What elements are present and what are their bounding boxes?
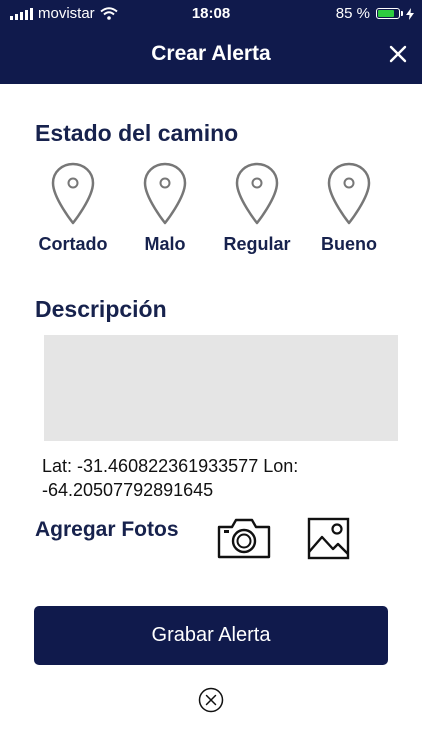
state-option-malo[interactable]: Malo [122,162,208,255]
state-label: Malo [144,234,186,254]
road-state-options: Cortado Malo Regular Bueno [30,162,390,262]
location-coordinates: Lat: -31.460822361933577 Lon: -64.205077… [42,456,299,500]
page-title: Crear Alerta [151,42,271,65]
status-bar: movistar 18:08 85 % [0,0,422,28]
map-pin-icon [51,162,95,225]
state-label: Cortado [38,234,108,254]
map-pin-icon [327,162,371,225]
state-label: Regular [223,234,291,254]
charging-icon [406,7,414,20]
app-header: movistar 18:08 85 % Crear Alerta [0,0,422,84]
state-option-cortado[interactable]: Cortado [30,162,116,255]
map-pin-icon [235,162,279,225]
road-state-title: Estado del camino [35,120,239,146]
camera-icon[interactable] [216,516,272,560]
state-option-regular[interactable]: Regular [214,162,300,255]
cancel-icon[interactable] [198,687,224,713]
save-alert-button[interactable]: Grabar Alerta [34,606,388,665]
battery-percent: 85 % [335,5,370,22]
map-pin-icon [143,162,187,225]
battery-icon [376,8,403,19]
state-option-bueno[interactable]: Bueno [306,162,392,255]
image-gallery-icon[interactable] [307,516,351,560]
description-title: Descripción [35,296,167,322]
close-icon[interactable] [386,42,410,66]
state-label: Bueno [321,234,377,254]
description-input[interactable] [44,335,398,441]
add-photos-label: Agregar Fotos [35,518,179,541]
